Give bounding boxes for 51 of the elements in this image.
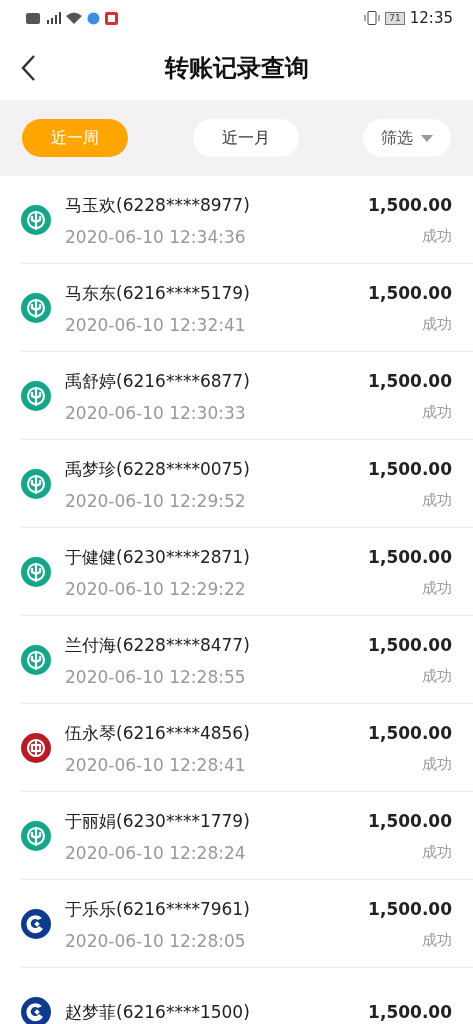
transfer-status: 成功 [422,666,452,686]
wifi-icon [66,12,82,24]
recipient-name: 于乐乐(6216****7961) [65,897,251,921]
transfer-status: 成功 [422,578,452,598]
transfer-time: 2020-06-10 12:29:22 [65,578,247,599]
transfer-time: 2020-06-10 12:28:24 [65,842,247,863]
transfer-amount: 1,500.00 [368,810,452,831]
transfer-status: 成功 [422,402,452,422]
page-title: 转账记录查询 [164,53,309,84]
recipient-name: 禹舒婷(6216****6877) [65,369,251,393]
transfer-amount: 1,500.00 [368,722,452,743]
book-icon [105,11,118,25]
back-icon[interactable] [20,54,36,82]
transfer-status: 成功 [422,842,452,862]
transfer-status: 成功 [422,314,452,334]
recipient-name: 于健健(6230****2871) [65,545,251,569]
transfer-amount: 1,500.00 [368,282,452,303]
transfer-amount: 1,500.00 [368,458,452,479]
transfer-time: 2020-06-10 12:28:41 [65,754,247,775]
transfer-status: 成功 [422,754,452,774]
battery-level: 71 [385,11,405,25]
transfer-amount: 1,500.00 [368,634,452,655]
transfer-amount: 1,500.00 [368,194,452,215]
transfer-time: 2020-06-10 12:28:55 [65,666,247,687]
recipient-name: 禹梦珍(6228****0075) [65,457,251,481]
recipient-name: 马玉欢(6228****8977) [65,193,251,217]
transfer-time: 2020-06-10 12:32:41 [65,314,247,335]
recipient-name: 伍永琴(6216****4856) [65,721,251,745]
hd-icon [26,12,40,24]
transfer-time: 2020-06-10 12:29:52 [65,490,247,511]
caret-icon [421,134,433,142]
transfer-time: 2020-06-10 12:28:05 [65,930,247,951]
recipient-name: 兰付海(6228****8477) [65,633,251,657]
vibrate-icon [364,11,381,25]
period-tab[interactable]: 近一月 [192,119,299,157]
transfer-time: 2020-06-10 12:30:33 [65,402,247,423]
recipient-name: 于丽娟(6230****1779) [65,809,251,833]
clock: 12:35 [409,9,453,27]
transfer-amount: 1,500.00 [368,1002,452,1022]
transfer-time: 2020-06-10 12:34:36 [65,226,247,247]
transfer-status: 成功 [422,490,452,510]
recipient-name: 赵梦菲(6216****1500) [65,1000,251,1024]
transfer-amount: 1,500.00 [368,370,452,391]
transfer-status: 成功 [422,930,452,950]
signal-icon [45,12,61,24]
transfer-amount: 1,500.00 [368,898,452,919]
transfer-amount: 1,500.00 [368,546,452,567]
recipient-name: 马东东(6216****5179) [65,281,251,305]
filter-button[interactable]: 筛选 [363,119,451,157]
app-icon [87,11,100,25]
transfer-status: 成功 [422,226,452,246]
